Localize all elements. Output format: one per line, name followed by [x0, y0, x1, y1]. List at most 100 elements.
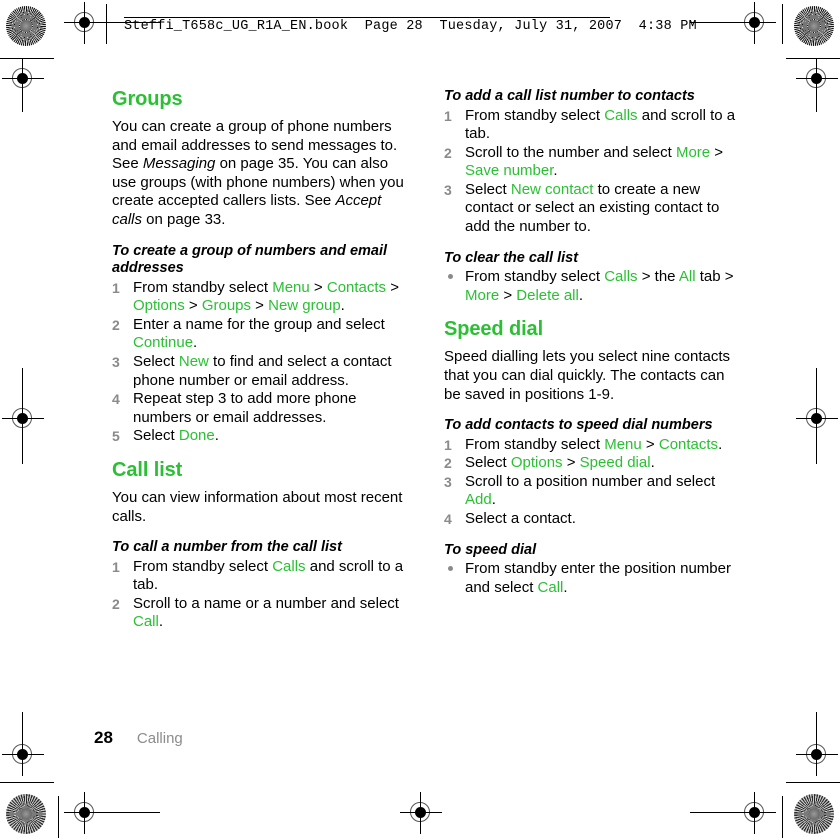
step-number: 4 [112, 391, 120, 408]
ui-term: Options [133, 297, 185, 315]
left-column: Groups You can create a group of phone n… [112, 88, 412, 645]
trim-rule-right-middle-bottom [816, 434, 817, 464]
step-item: 2 Scroll to a name or a number and select… [112, 595, 412, 632]
steps-call-number-from-list: 1 From standby select Calls and scroll to… [112, 558, 412, 632]
step-text: From standby select Menu > Contacts > Op… [133, 278, 399, 315]
ui-term: Groups [201, 297, 252, 315]
ui-term: Options [510, 454, 563, 472]
crop-line-top-right [690, 22, 748, 23]
step-text: Enter a name for the group and select Co… [133, 315, 385, 352]
step-number: 1 [112, 558, 120, 575]
step-number: 5 [112, 428, 120, 445]
step-text: Scroll to the number and select More > S… [465, 143, 724, 180]
step-number: 2 [112, 595, 120, 612]
star-burst-calibration-mark-bottom-right [794, 794, 834, 834]
trim-rule-right-upper [816, 88, 817, 112]
trim-rule-top-left [106, 4, 107, 44]
task-heading-create-group: To create a group of numbers and email a… [112, 242, 388, 277]
task-heading-add-contacts-speed-dial: To add contacts to speed dial numbers [444, 417, 713, 434]
trim-rule-left-lower [22, 712, 23, 740]
step-text: Repeat step 3 to add more phone numbers … [133, 390, 357, 426]
steps-add-call-list-number: 1 From standby select Calls and scroll to… [444, 107, 744, 237]
section-heading-speed-dial: Speed dial [444, 318, 544, 341]
step-item: 3 Select New to find and select a contact… [112, 353, 412, 390]
ui-term: New group [268, 297, 341, 315]
step-number: 1 [444, 107, 452, 124]
step-number: 2 [444, 455, 452, 472]
step-number: 4 [444, 511, 452, 527]
footer-chapter-name: Calling [136, 730, 183, 747]
star-burst-calibration-mark-bottom-left [6, 794, 46, 834]
steps-add-contacts-speed-dial: 1 From standby select Menu > Contacts. 2S… [444, 436, 744, 529]
steps-create-group: 1 From standby select Menu > Contacts > O… [112, 279, 412, 446]
ui-term: All [678, 268, 696, 286]
trim-rule-left-middle-bottom [22, 434, 23, 464]
step-item: 2 Scroll to the number and select More > … [444, 144, 744, 181]
list-item: From standby enter the position number a… [444, 560, 744, 597]
step-number: 1 [112, 279, 120, 296]
ui-term: Speed dial [579, 454, 651, 472]
ui-term: Continue [133, 334, 194, 352]
speed-dial-intro-paragraph: Speed dialling lets you select nine cont… [444, 348, 731, 403]
slug-underline [124, 17, 610, 18]
step-text: From standby select Calls and scroll to … [465, 106, 736, 143]
step-number: 2 [112, 316, 120, 333]
trim-rule-left-upper [22, 88, 23, 112]
step-item: 3 Select New contact to create a new cont… [444, 181, 744, 237]
ui-term: Menu [604, 435, 642, 453]
step-number: 2 [444, 144, 452, 161]
star-burst-calibration-mark [6, 6, 46, 46]
step-item: 4 Select a contact. [444, 510, 744, 529]
ui-term: Save number [465, 162, 554, 180]
steps-speed-dial: From standby enter the position number a… [444, 560, 744, 597]
bullet-icon [448, 274, 453, 280]
step-text: Scroll to a position number and select A… [465, 472, 716, 509]
trim-rule-left-middle-top [22, 368, 23, 406]
step-text: Scroll to a name or a number and select … [133, 594, 399, 631]
registration-target-left-lower [2, 734, 44, 776]
trim-rule-right-middle-top [816, 368, 817, 406]
ui-term: Delete all [516, 286, 579, 304]
trim-rule-bottom-right [782, 796, 783, 838]
step-text: From standby select Calls and scroll to … [133, 557, 404, 594]
step-text: Select a contact. [465, 510, 576, 527]
step-item: 1 From standby select Menu > Contacts > O… [112, 279, 412, 316]
step-text: From standby select Calls > the All tab … [465, 268, 734, 304]
ui-term: Call [133, 613, 159, 631]
step-number: 3 [112, 353, 120, 370]
task-heading-add-call-list-number: To add a call list number to contacts [444, 88, 695, 104]
registration-target-right-middle [796, 398, 838, 440]
task-heading-speed-dial: To speed dial [444, 541, 537, 558]
ui-term: Menu [272, 278, 310, 296]
step-text: From standby select Menu > Contacts. [465, 435, 723, 453]
crop-line-left-lower [0, 782, 54, 783]
groups-intro-c: on page 33. [142, 210, 226, 228]
book-slug-line: Steffi_T658c_UG_R1A_EN.book Page 28 Tues… [124, 19, 697, 34]
ui-term: Add [465, 491, 492, 509]
registration-target-right-upper [796, 58, 838, 100]
footer-page-number: 28 [94, 728, 113, 747]
bullet-icon [448, 566, 453, 572]
ui-term: Calls [604, 268, 638, 286]
registration-target-top-left [64, 2, 106, 44]
section-heading-call-list: Call list [112, 458, 183, 481]
step-number: 3 [444, 181, 452, 198]
step-item: 2 Enter a name for the group and select C… [112, 316, 412, 353]
ui-term: More [675, 143, 711, 161]
call-list-intro-paragraph: You can view information about most rece… [112, 488, 403, 525]
document-page: Steffi_T658c_UG_R1A_EN.book Page 28 Tues… [0, 0, 840, 840]
registration-target-left-middle [2, 398, 44, 440]
crop-line-bottom-left [100, 812, 160, 813]
registration-target-bottom-right [734, 792, 776, 834]
ui-term: Contacts [658, 435, 719, 453]
trim-rule-bottom-left [58, 796, 59, 838]
registration-target-top-right [734, 2, 776, 44]
trim-rule-right-lower [816, 712, 817, 740]
step-item: 3 Scroll to a position number and select … [444, 473, 744, 510]
list-item: From standby select Calls > the All tab … [444, 268, 744, 305]
ui-term: New [178, 352, 209, 370]
registration-target-bottom-center [400, 792, 442, 834]
star-burst-calibration-mark-top-right [794, 6, 834, 46]
section-heading-groups: Groups [112, 88, 183, 110]
step-text: From standby enter the position number a… [465, 560, 731, 596]
